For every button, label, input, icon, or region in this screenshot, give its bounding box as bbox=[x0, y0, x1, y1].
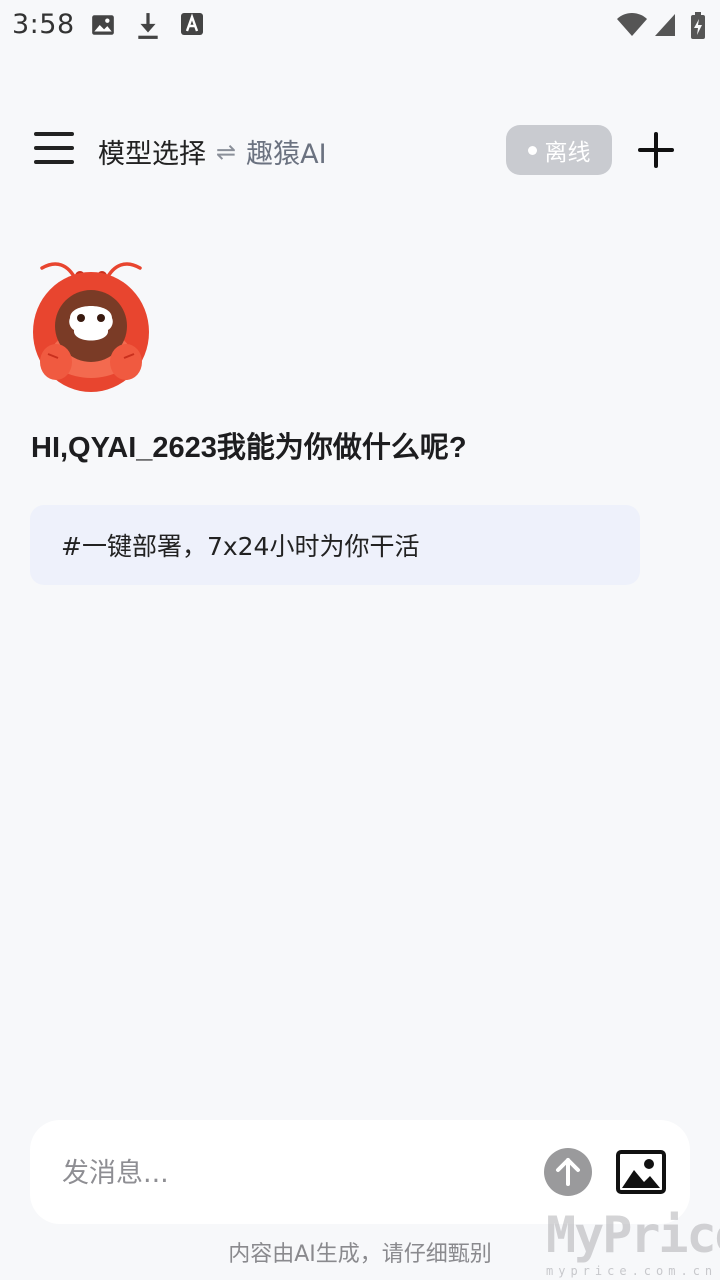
mascot-avatar bbox=[33, 262, 149, 392]
image-icon bbox=[92, 15, 114, 35]
suggestion-text: #一键部署，7x24小时为你干活 bbox=[61, 532, 420, 561]
arrow-up-icon bbox=[556, 1158, 580, 1186]
signal-icon bbox=[655, 14, 675, 36]
watermark-url: myprice.com.cn bbox=[546, 1264, 718, 1278]
wifi-icon bbox=[617, 13, 647, 36]
greeting-heading: HI,QYAI_2623我能为你做什么呢? bbox=[31, 432, 467, 464]
connection-status-label: 离线 bbox=[544, 140, 591, 166]
current-model-name: 趣猿AI bbox=[246, 139, 327, 170]
image-icon bbox=[616, 1150, 666, 1194]
download-icon bbox=[138, 13, 158, 39]
new-chat-button[interactable] bbox=[636, 130, 676, 170]
send-button[interactable] bbox=[544, 1148, 592, 1196]
message-input[interactable] bbox=[60, 1148, 544, 1198]
app-screen: 3:58 模型选择 ⇌ 趣猿AI 离线 HI,QYAI_2623我能为你做什么呢… bbox=[0, 0, 720, 1280]
top-app-bar: 模型选择 ⇌ 趣猿AI 离线 bbox=[0, 110, 720, 190]
status-dot-icon bbox=[527, 145, 537, 155]
image-upload-button[interactable] bbox=[616, 1150, 666, 1194]
font-icon bbox=[181, 13, 203, 35]
suggestion-chip[interactable]: #一键部署，7x24小时为你干活 bbox=[30, 505, 640, 585]
status-bar: 3:58 bbox=[0, 0, 720, 52]
watermark-logo: MyPrice bbox=[546, 1206, 720, 1264]
swap-icon: ⇌ bbox=[216, 137, 237, 166]
battery-charging-icon bbox=[691, 12, 705, 39]
model-selector[interactable]: 模型选择 ⇌ 趣猿AI bbox=[98, 132, 327, 171]
status-time: 3:58 bbox=[12, 9, 75, 40]
connection-status-badge: 离线 bbox=[506, 125, 612, 175]
model-selector-label: 模型选择 bbox=[98, 139, 206, 170]
menu-icon[interactable] bbox=[32, 130, 76, 166]
